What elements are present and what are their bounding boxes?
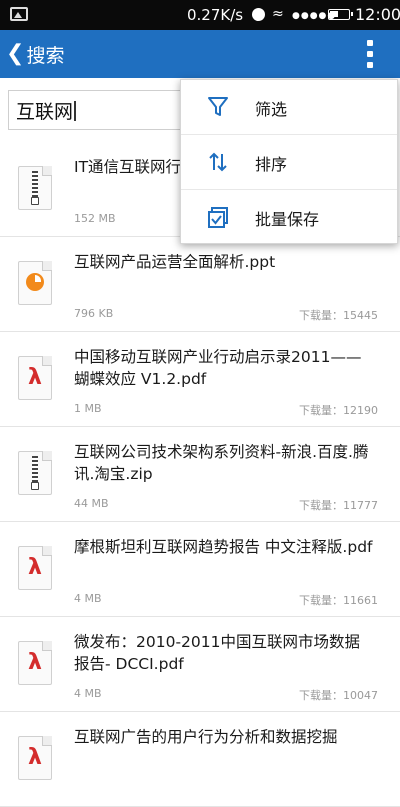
app-bar: ❮ 搜索	[0, 30, 400, 78]
more-dot-icon	[367, 62, 373, 68]
result-downloads: 下载量：15445	[299, 309, 378, 322]
filter-icon	[208, 97, 228, 116]
menu-item-label: 排序	[255, 155, 288, 174]
more-dot-icon	[367, 40, 373, 46]
result-downloads: 下载量：10047	[299, 689, 378, 702]
pdf-mark: λ	[28, 650, 42, 675]
zip-file-icon	[18, 166, 52, 210]
result-item[interactable]: λ 互联网广告的用户行为分析和数据挖掘	[0, 712, 400, 807]
menu-item-label: 批量保存	[255, 210, 320, 229]
result-downloads: 下载量：11777	[299, 499, 378, 512]
wifi-icon: ≈	[272, 6, 284, 22]
chevron-left-icon: ❮	[6, 41, 25, 66]
result-size: 1 MB	[74, 402, 102, 415]
menu-item-batch-save[interactable]: 批量保存	[181, 190, 397, 244]
result-title: 互联网公司技术架构系列资料-新浪.百度.腾讯.淘宝.zip	[74, 443, 369, 483]
search-input[interactable]: 互联网	[8, 90, 208, 130]
result-title: 互联网广告的用户行为分析和数据挖掘	[74, 728, 338, 746]
sort-icon	[209, 152, 227, 172]
pdf-mark: λ	[28, 365, 42, 390]
text-caret	[74, 101, 77, 121]
batch-save-icon	[208, 207, 228, 228]
ppt-file-icon	[18, 261, 52, 305]
result-downloads: 下载量：11661	[299, 594, 378, 607]
status-bar: 0.27K/s ≈ ●●●●● 12:00	[0, 0, 400, 30]
result-title: 互联网产品运营全面解析.ppt	[74, 253, 276, 271]
ppt-mark	[26, 273, 44, 291]
pdf-mark: λ	[28, 555, 42, 580]
result-size: 44 MB	[74, 497, 109, 510]
pdf-file-icon: λ	[18, 546, 52, 590]
result-item[interactable]: 互联网公司技术架构系列资料-新浪.百度.腾讯.淘宝.zip 44 MB 下载量：11…	[0, 427, 400, 522]
network-rate: 0.27K/s	[187, 6, 244, 24]
search-query: 互联网	[16, 97, 77, 124]
result-size: 4 MB	[74, 687, 102, 700]
more-options-button[interactable]	[358, 38, 382, 70]
zipper-mark	[31, 171, 39, 205]
result-item[interactable]: λ 中国移动互联网产业行动启示录2011——蝴蝶效应 V1.2.pdf 1 MB 下载…	[0, 332, 400, 427]
pdf-file-icon: λ	[18, 356, 52, 400]
result-title: 中国移动互联网产业行动启示录2011——蝴蝶效应 V1.2.pdf	[74, 348, 362, 388]
result-item[interactable]: λ 微发布：2010-2011中国互联网市场数据报告- DCCI.pdf 4 MB 下…	[0, 617, 400, 712]
options-menu: 筛选 排序 批量保存	[180, 79, 398, 244]
result-item[interactable]: 互联网产品运营全面解析.ppt 796 KB 下载量：15445	[0, 237, 400, 332]
result-item[interactable]: λ 摩根斯坦利互联网趋势报告 中文注释版.pdf 4 MB 下载量：11661	[0, 522, 400, 617]
image-notification-icon	[10, 7, 28, 21]
status-time: 12:00	[355, 5, 400, 24]
pdf-file-icon: λ	[18, 736, 52, 780]
pdf-file-icon: λ	[18, 641, 52, 685]
result-title: 摩根斯坦利互联网趋势报告 中文注释版.pdf	[74, 538, 373, 556]
menu-item-label: 筛选	[255, 100, 288, 119]
result-size: 152 MB	[74, 212, 116, 225]
pdf-mark: λ	[28, 745, 42, 770]
battery-icon	[328, 9, 353, 20]
zipper-mark	[31, 456, 39, 490]
result-title: 微发布：2010-2011中国互联网市场数据报告- DCCI.pdf	[74, 633, 360, 673]
zip-file-icon	[18, 451, 52, 495]
clock-icon	[252, 8, 265, 21]
more-dot-icon	[367, 51, 373, 57]
menu-item-sort[interactable]: 排序	[181, 135, 397, 190]
back-label: 搜索	[26, 44, 65, 67]
result-size: 4 MB	[74, 592, 102, 605]
result-size: 796 KB	[74, 307, 114, 320]
result-downloads: 下载量：12190	[299, 404, 378, 417]
back-button[interactable]: ❮ 搜索	[6, 40, 64, 68]
menu-item-filter[interactable]: 筛选	[181, 80, 397, 135]
